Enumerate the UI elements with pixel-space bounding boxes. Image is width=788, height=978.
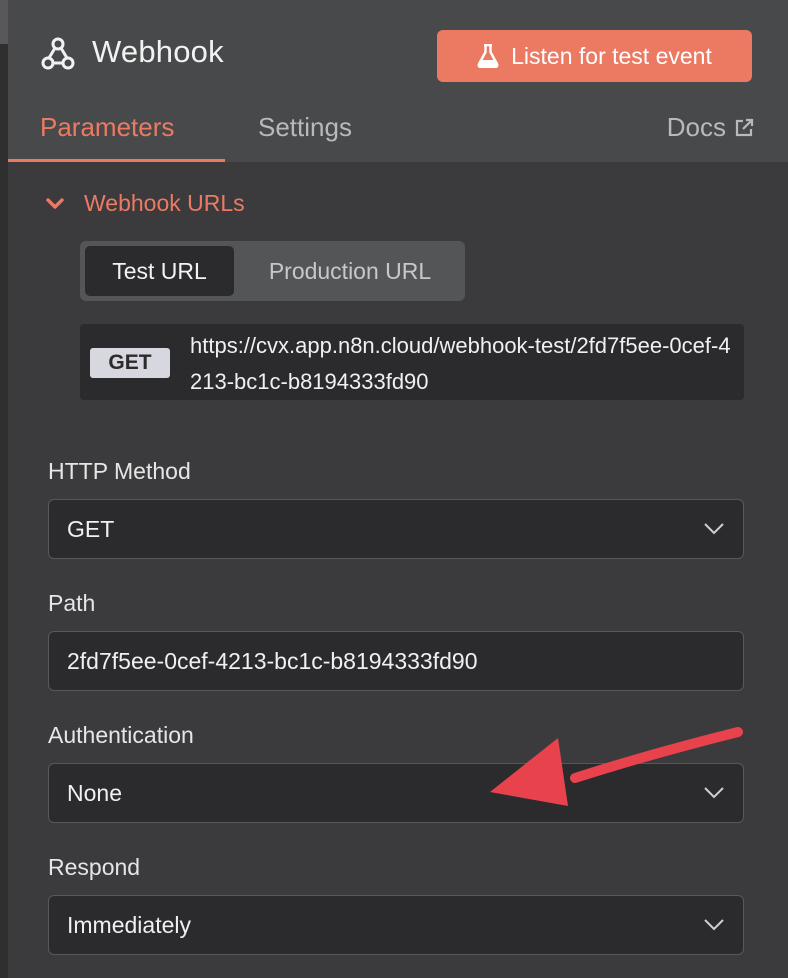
webhook-url-display[interactable]: GET https://cvx.app.n8n.cloud/webhook-te… <box>80 324 744 400</box>
authentication-select[interactable]: None <box>48 763 744 823</box>
node-details-panel: Webhook Listen for test event Parameters… <box>8 0 788 978</box>
webhook-urls-title: Webhook URLs <box>84 190 245 216</box>
respond-value: Immediately <box>67 911 191 938</box>
panel-header: Webhook Listen for test event <box>8 0 788 110</box>
node-title: Webhook <box>92 34 224 69</box>
http-method-select[interactable]: GET <box>48 499 744 559</box>
url-type-switch: Test URL Production URL <box>80 241 465 301</box>
path-input[interactable]: 2fd7f5ee-0cef-4213-bc1c-b8194333fd90 <box>48 631 744 691</box>
production-url-option[interactable]: Production URL <box>240 246 460 296</box>
webhook-icon <box>41 37 75 70</box>
external-link-icon <box>735 118 754 136</box>
canvas-edge-notch <box>0 0 8 44</box>
authentication-label: Authentication <box>48 722 194 748</box>
respond-label: Respond <box>48 854 141 880</box>
canvas-edge <box>0 0 8 978</box>
flask-icon <box>477 44 499 68</box>
tab-docs[interactable]: Docs <box>667 112 754 143</box>
http-method-value: GET <box>67 515 115 542</box>
path-value: 2fd7f5ee-0cef-4213-bc1c-b8194333fd90 <box>67 647 478 674</box>
chevron-down-icon <box>704 919 724 931</box>
webhook-url-text: https://cvx.app.n8n.cloud/webhook-test/2… <box>190 333 731 394</box>
http-method-badge: GET <box>90 348 170 378</box>
chevron-down-icon <box>704 787 724 799</box>
webhook-urls-toggle[interactable]: Webhook URLs <box>46 190 245 217</box>
listen-button-label: Listen for test event <box>511 42 712 69</box>
path-label: Path <box>48 590 96 616</box>
tab-settings[interactable]: Settings <box>258 112 352 143</box>
authentication-value: None <box>67 779 122 806</box>
chevron-down-icon <box>46 197 64 209</box>
panel-tabs: Parameters Settings Docs <box>8 108 788 162</box>
http-method-label: HTTP Method <box>48 458 191 484</box>
parameters-content: Webhook URLs Test URL Production URL GET… <box>8 162 788 978</box>
chevron-down-icon <box>704 523 724 535</box>
respond-select[interactable]: Immediately <box>48 895 744 955</box>
docs-label: Docs <box>666 112 726 142</box>
listen-for-test-event-button[interactable]: Listen for test event <box>437 30 752 82</box>
tab-parameters[interactable]: Parameters <box>40 112 174 143</box>
test-url-option[interactable]: Test URL <box>85 246 234 296</box>
